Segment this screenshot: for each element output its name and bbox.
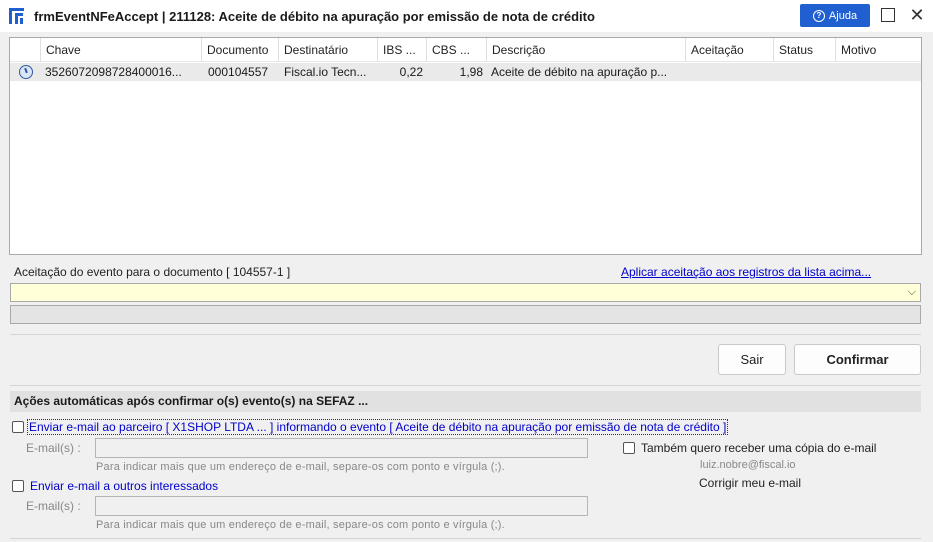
auto-actions-header: Ações automáticas após confirmar o(s) ev… <box>10 391 921 412</box>
app-logo-icon <box>9 8 24 24</box>
correct-email-link[interactable]: Corrigir meu e-mail <box>699 476 801 490</box>
acceptance-reason-field <box>10 305 921 324</box>
copy-email-label[interactable]: Também quero receber uma cópia do e-mail <box>641 441 876 455</box>
window-title: frmEventNFeAccept | 211128: Aceite de dé… <box>34 9 595 24</box>
cell-aceitacao <box>690 63 772 81</box>
table-row[interactable]: 3526072098728400016... 000104557 Fiscal.… <box>10 63 921 81</box>
column-header-descricao[interactable]: Descrição <box>487 38 686 62</box>
title-bar: frmEventNFeAccept | 211128: Aceite de dé… <box>0 0 933 32</box>
partner-email-checkbox[interactable] <box>12 421 24 433</box>
divider <box>10 334 921 335</box>
apply-acceptance-link[interactable]: Aplicar aceitação aos registros da lista… <box>621 265 871 279</box>
email-field-label: E-mail(s) : <box>26 499 81 513</box>
cell-status <box>778 63 834 81</box>
partner-email-field[interactable] <box>95 438 588 458</box>
cell-descricao: Aceite de débito na apuração p... <box>491 65 668 79</box>
exit-button[interactable]: Sair <box>718 344 786 375</box>
email-hint: Para indicar mais que um endereço de e-m… <box>96 461 505 473</box>
help-button-label: Ajuda <box>828 9 858 22</box>
column-header-documento[interactable]: Documento <box>202 38 279 62</box>
others-email-checkbox[interactable] <box>12 480 24 492</box>
divider <box>10 385 921 386</box>
cell-ibs: 0,22 <box>399 65 423 79</box>
help-icon: ? <box>812 9 825 22</box>
column-header-chave[interactable]: Chave <box>41 38 202 62</box>
cell-motivo <box>840 63 920 81</box>
column-header-status[interactable]: Status <box>774 38 836 62</box>
cell-destinatario: Fiscal.io Tecn... <box>284 65 367 79</box>
copy-email-checkbox[interactable] <box>623 442 635 454</box>
email-hint: Para indicar mais que um endereço de e-m… <box>96 519 505 531</box>
divider <box>10 538 921 539</box>
confirm-button[interactable]: Confirmar <box>794 344 921 375</box>
column-header-icon <box>10 38 41 62</box>
partner-email-option[interactable]: Enviar e-mail ao parceiro [ X1SHOP LTDA … <box>27 419 729 435</box>
grid-header: Chave Documento Destinatário IBS ... CBS… <box>10 38 921 62</box>
others-email-field[interactable] <box>95 496 588 516</box>
maximize-button[interactable] <box>881 8 895 22</box>
events-grid[interactable]: Chave Documento Destinatário IBS ... CBS… <box>9 37 922 255</box>
column-header-ibs[interactable]: IBS ... <box>378 38 427 62</box>
acceptance-label: Aceitação do evento para o documento [ 1… <box>14 265 291 279</box>
column-header-aceitacao[interactable]: Aceitação <box>686 38 774 62</box>
chevron-down-icon[interactable]: ⌵ <box>908 286 916 299</box>
column-header-motivo[interactable]: Motivo <box>836 38 921 62</box>
others-email-option[interactable]: Enviar e-mail a outros interessados <box>30 479 218 493</box>
cell-cbs: 1,98 <box>459 65 483 79</box>
cell-chave: 3526072098728400016... <box>45 65 182 79</box>
email-field-label: E-mail(s) : <box>26 441 81 455</box>
acceptance-select[interactable]: ⌵ <box>10 283 921 302</box>
column-header-cbs[interactable]: CBS ... <box>427 38 487 62</box>
cell-documento: 000104557 <box>208 65 269 79</box>
help-button[interactable]: ? Ajuda <box>800 4 870 27</box>
close-icon[interactable]: ✕ <box>908 4 926 26</box>
user-email: luiz.nobre@fiscal.io <box>700 459 796 471</box>
clock-icon <box>19 65 33 79</box>
column-header-destinatario[interactable]: Destinatário <box>279 38 378 62</box>
